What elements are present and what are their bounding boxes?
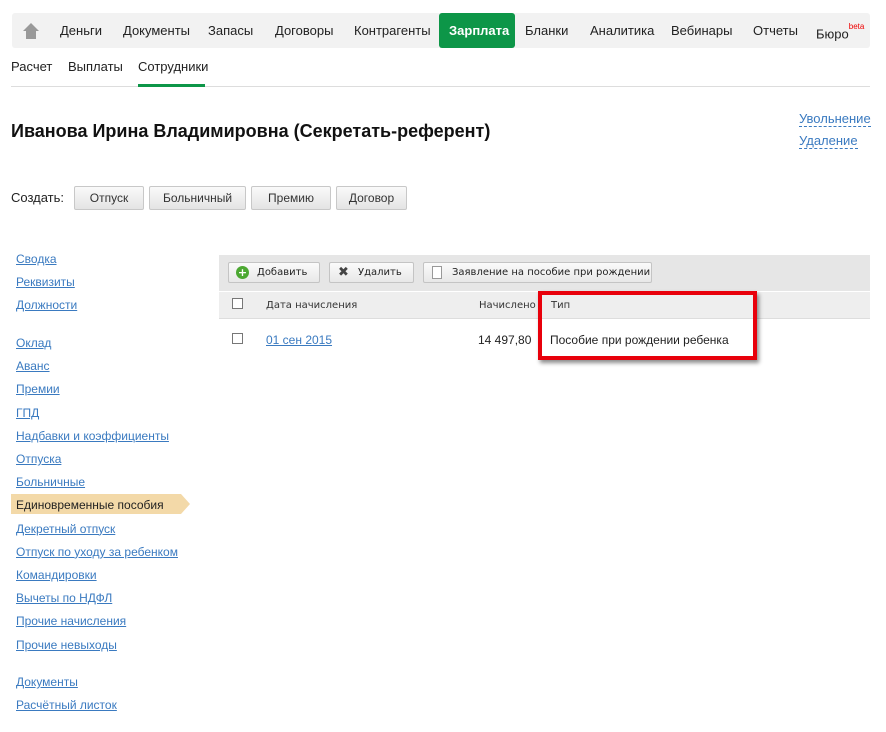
create-label: Создать: — [11, 190, 65, 205]
sidebar-item[interactable]: Прочие начисления — [16, 614, 126, 628]
header-date[interactable]: Дата начисления — [266, 300, 357, 311]
statement-label: Заявление на пособие при рождении — [452, 267, 651, 278]
sidebar-item[interactable]: Расчётный листок — [16, 698, 117, 712]
subnav-calc[interactable]: Расчет — [11, 59, 52, 74]
nav-analytics[interactable]: Аналитика — [590, 13, 654, 48]
delete-label: Удалить — [358, 267, 402, 278]
dismiss-link[interactable]: Увольнение — [799, 111, 871, 127]
sidebar-item[interactable]: Оклад — [16, 336, 51, 350]
home-icon[interactable] — [22, 13, 40, 48]
row-date-link[interactable]: 01 сен 2015 — [266, 333, 332, 347]
delete-button[interactable]: ✖ Удалить — [329, 262, 414, 283]
create-bonus-button[interactable]: Премию — [251, 186, 331, 210]
create-sick-leave-button[interactable]: Больничный — [149, 186, 246, 210]
add-label: Добавить — [257, 267, 308, 278]
sidebar-active-arrow — [181, 494, 190, 514]
sidebar-item[interactable]: Прочие невыходы — [16, 638, 117, 652]
highlight-box — [538, 291, 757, 360]
row-amount: 14 497,80 — [478, 333, 532, 347]
nav-contracts[interactable]: Договоры — [275, 13, 333, 48]
nav-bureau-label: Бюро — [816, 26, 849, 42]
document-icon — [432, 266, 442, 279]
sidebar-item[interactable]: Документы — [16, 675, 78, 689]
sidebar-item[interactable]: Отпуск по уходу за ребенком — [16, 545, 178, 559]
sidebar-item[interactable]: Вычеты по НДФЛ — [16, 591, 112, 605]
x-icon: ✖ — [338, 265, 349, 280]
nav-forms[interactable]: Бланки — [525, 13, 568, 48]
subnav-employees[interactable]: Сотрудники — [138, 59, 208, 74]
page-title: Иванова Ирина Владимировна (Секретать-ре… — [11, 121, 491, 141]
sidebar-item[interactable]: ГПД — [16, 406, 39, 420]
nav-webinars[interactable]: Вебинары — [671, 13, 732, 48]
create-contract-button[interactable]: Договор — [336, 186, 407, 210]
delete-link[interactable]: Удаление — [799, 133, 858, 149]
statement-button[interactable]: Заявление на пособие при рождении — [423, 262, 652, 283]
nav-counterparties[interactable]: Контрагенты — [354, 13, 431, 48]
row-checkbox[interactable] — [232, 333, 243, 344]
sidebar-item[interactable]: Аванс — [16, 359, 50, 373]
header-amount[interactable]: Начислено — [479, 300, 536, 311]
beta-badge: beta — [848, 22, 865, 31]
sidebar-item[interactable]: Премии — [16, 382, 60, 396]
select-all-checkbox[interactable] — [232, 298, 243, 309]
nav-salary[interactable]: Зарплата — [439, 13, 515, 48]
subnav-payments[interactable]: Выплаты — [68, 59, 123, 74]
sidebar-item[interactable]: Декретный отпуск — [16, 522, 115, 536]
sidebar-item[interactable]: Должности — [16, 298, 77, 312]
sidebar-item[interactable]: Реквизиты — [16, 275, 75, 289]
sidebar-item[interactable]: Командировки — [16, 568, 97, 582]
create-vacation-button[interactable]: Отпуск — [74, 186, 144, 210]
active-tab-indicator — [138, 84, 205, 87]
nav-documents[interactable]: Документы — [123, 13, 190, 48]
nav-reports[interactable]: Отчеты — [753, 13, 798, 48]
nav-money[interactable]: Деньги — [60, 13, 102, 48]
add-button[interactable]: + Добавить — [228, 262, 320, 283]
sidebar-item[interactable]: Больничные — [16, 475, 85, 489]
sidebar-item[interactable]: Единовременные пособия — [16, 498, 164, 512]
sidebar-item[interactable]: Сводка — [16, 252, 57, 266]
nav-bureau[interactable]: Бюроbeta — [816, 13, 864, 48]
sidebar-item[interactable]: Отпуска — [16, 452, 61, 466]
top-nav: Деньги Документы Запасы Договоры Контраг… — [12, 13, 870, 48]
plus-circle-icon: + — [236, 266, 249, 279]
nav-stock[interactable]: Запасы — [208, 13, 253, 48]
sidebar-item[interactable]: Надбавки и коэффициенты — [16, 429, 169, 443]
